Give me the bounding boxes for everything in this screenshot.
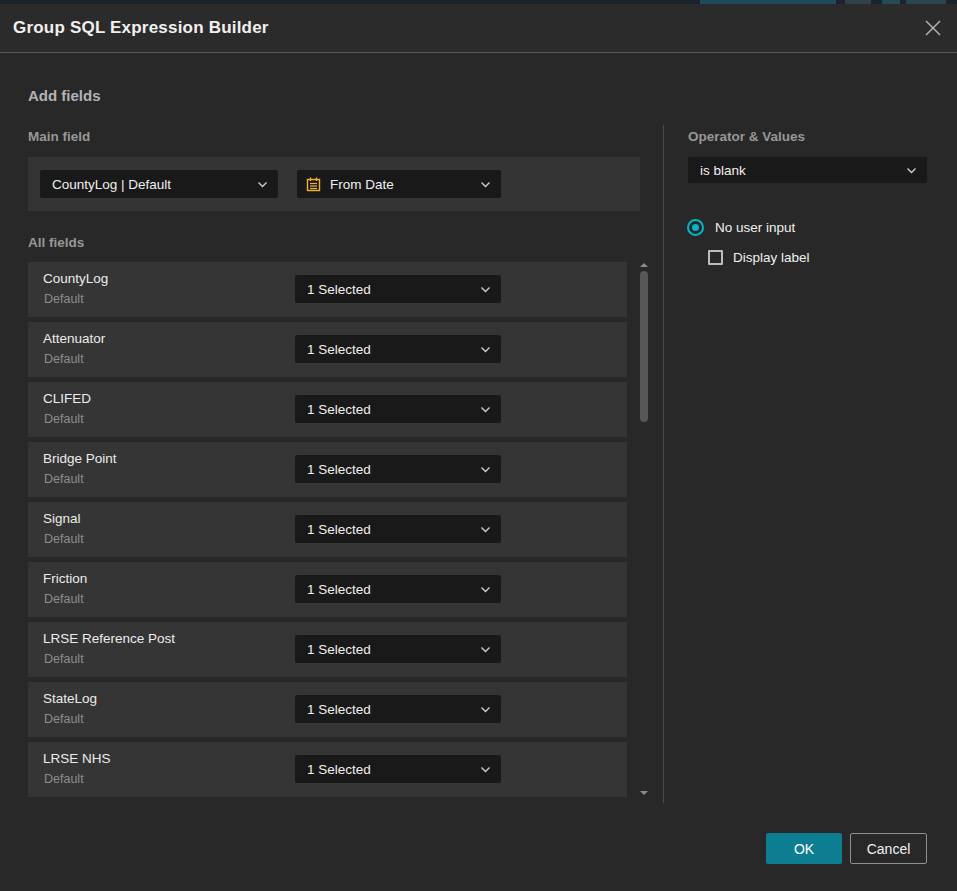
close-icon <box>922 17 944 39</box>
field-row: Signal Default 1 Selected <box>28 502 627 557</box>
chevron-down-icon <box>480 706 491 713</box>
field-subtitle: Default <box>44 412 84 426</box>
cancel-button[interactable]: Cancel <box>850 833 927 864</box>
chevron-down-icon <box>480 286 491 293</box>
field-selected-value: 1 Selected <box>295 342 480 357</box>
main-field-dropdown[interactable]: CountyLog | Default <box>40 170 278 198</box>
field-selected-dropdown[interactable]: 1 Selected <box>295 575 501 603</box>
chevron-down-icon <box>480 646 491 653</box>
field-name: StateLog <box>43 691 97 706</box>
field-selected-value: 1 Selected <box>295 762 480 777</box>
close-button[interactable] <box>922 17 944 39</box>
operator-values-label: Operator & Values <box>688 129 805 144</box>
group-sql-expression-builder-dialog: Group SQL Expression Builder Add fields … <box>0 4 957 891</box>
field-subtitle: Default <box>44 652 84 666</box>
field-row: Attenuator Default 1 Selected <box>28 322 627 377</box>
field-subtitle: Default <box>44 712 84 726</box>
chevron-down-icon <box>257 181 268 188</box>
chevron-down-icon <box>480 766 491 773</box>
field-selected-dropdown[interactable]: 1 Selected <box>295 335 501 363</box>
main-field-dropdown-value: CountyLog | Default <box>40 177 257 192</box>
field-selected-dropdown[interactable]: 1 Selected <box>295 755 501 783</box>
field-row: CLIFED Default 1 Selected <box>28 382 627 437</box>
scrollbar-down-arrow[interactable] <box>640 791 648 795</box>
field-selected-value: 1 Selected <box>295 462 480 477</box>
field-selected-value: 1 Selected <box>295 642 480 657</box>
dialog-title: Group SQL Expression Builder <box>13 4 269 52</box>
field-name: Signal <box>43 511 81 526</box>
chevron-down-icon <box>480 586 491 593</box>
field-selected-dropdown[interactable]: 1 Selected <box>295 515 501 543</box>
field-name: LRSE NHS <box>43 751 111 766</box>
scrollbar-up-arrow[interactable] <box>640 263 648 267</box>
field-selected-dropdown[interactable]: 1 Selected <box>295 455 501 483</box>
checkbox-unchecked-icon[interactable] <box>708 250 723 265</box>
field-selected-value: 1 Selected <box>295 402 480 417</box>
operator-dropdown[interactable]: is blank <box>688 157 927 183</box>
field-name: LRSE Reference Post <box>43 631 175 646</box>
field-name: CLIFED <box>43 391 91 406</box>
field-subtitle: Default <box>44 292 84 306</box>
field-selected-dropdown[interactable]: 1 Selected <box>295 695 501 723</box>
display-label-checkbox-row[interactable]: Display label <box>708 250 810 265</box>
field-subtitle: Default <box>44 472 84 486</box>
display-label-text: Display label <box>733 250 810 265</box>
dialog-titlebar: Group SQL Expression Builder <box>0 4 957 52</box>
field-selected-value: 1 Selected <box>295 702 480 717</box>
field-subtitle: Default <box>44 532 84 546</box>
chevron-down-icon <box>480 526 491 533</box>
chevron-down-icon <box>906 167 917 174</box>
field-row: StateLog Default 1 Selected <box>28 682 627 737</box>
all-fields-label: All fields <box>28 235 84 250</box>
field-subtitle: Default <box>44 772 84 786</box>
main-field-panel: CountyLog | Default From Date <box>28 157 640 211</box>
no-user-input-label: No user input <box>715 220 795 235</box>
operator-dropdown-value: is blank <box>688 163 906 178</box>
panel-divider <box>663 125 664 803</box>
field-name: Bridge Point <box>43 451 117 466</box>
chevron-down-icon <box>480 181 491 188</box>
field-row: LRSE NHS Default 1 Selected <box>28 742 627 797</box>
field-selected-dropdown[interactable]: 1 Selected <box>295 275 501 303</box>
field-subtitle: Default <box>44 592 84 606</box>
field-name: CountyLog <box>43 271 108 286</box>
date-dropdown-value: From Date <box>321 177 480 192</box>
chevron-down-icon <box>480 466 491 473</box>
ok-button[interactable]: OK <box>766 833 842 864</box>
field-name: Friction <box>43 571 87 586</box>
field-selected-value: 1 Selected <box>295 582 480 597</box>
field-row: LRSE Reference Post Default 1 Selected <box>28 622 627 677</box>
field-name: Attenuator <box>43 331 105 346</box>
field-selected-value: 1 Selected <box>295 522 480 537</box>
title-divider <box>0 52 957 53</box>
add-fields-heading: Add fields <box>28 87 101 104</box>
chevron-down-icon <box>480 346 491 353</box>
radio-selected-icon[interactable] <box>687 219 704 236</box>
main-field-date-dropdown[interactable]: From Date <box>297 170 501 198</box>
field-row: CountyLog Default 1 Selected <box>28 262 627 317</box>
no-user-input-radio-row[interactable]: No user input <box>687 219 795 236</box>
chevron-down-icon <box>480 406 491 413</box>
field-row: Bridge Point Default 1 Selected <box>28 442 627 497</box>
main-field-label: Main field <box>28 129 90 144</box>
field-subtitle: Default <box>44 352 84 366</box>
field-selected-dropdown[interactable]: 1 Selected <box>295 395 501 423</box>
scrollbar-thumb[interactable] <box>640 271 648 422</box>
calendar-icon <box>306 177 321 192</box>
field-selected-dropdown[interactable]: 1 Selected <box>295 635 501 663</box>
field-row: Friction Default 1 Selected <box>28 562 627 617</box>
field-selected-value: 1 Selected <box>295 282 480 297</box>
